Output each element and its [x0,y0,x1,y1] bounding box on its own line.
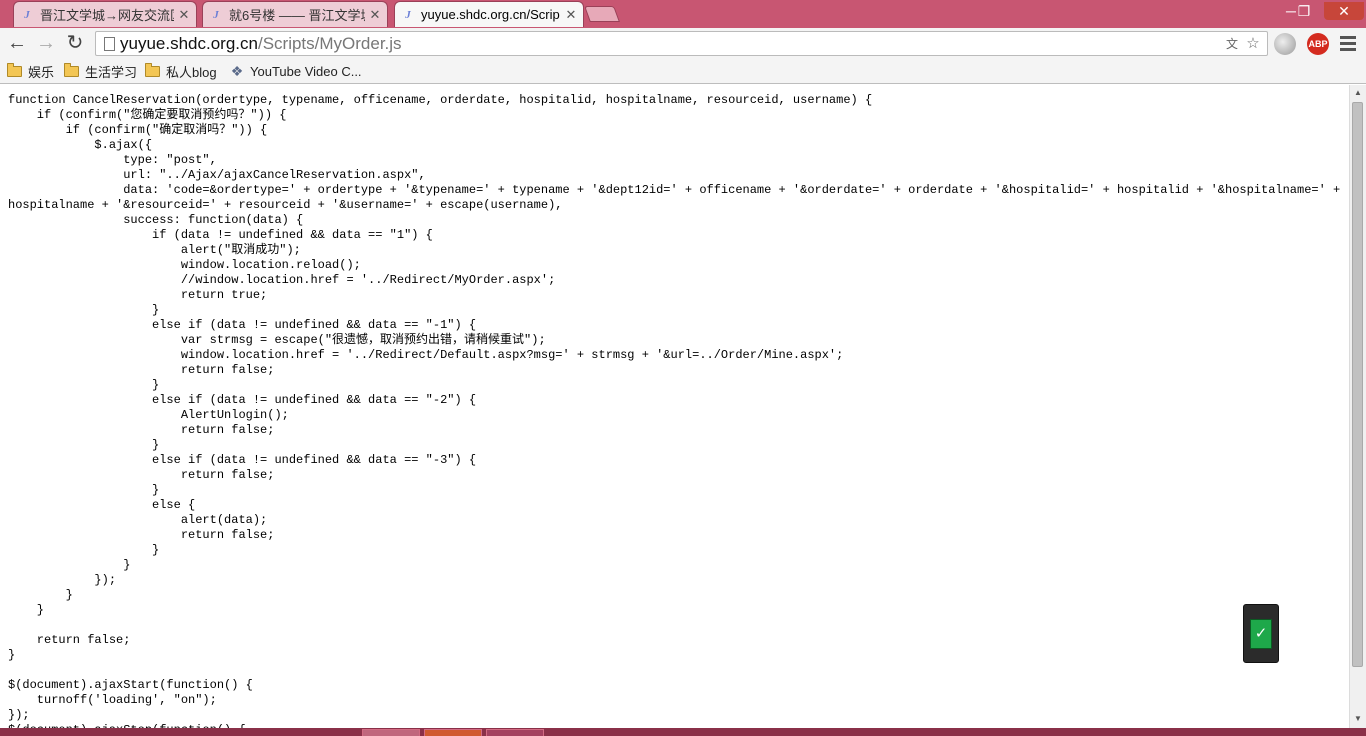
jjwxc-favicon-icon: J [405,8,411,21]
folder-icon [64,62,79,77]
page-content: function CancelReservation(ordertype, ty… [0,85,1349,728]
tab-close-icon[interactable]: ✕ [369,7,381,23]
maximize-button[interactable]: ❐ [1290,2,1318,20]
globe-extension-icon[interactable] [1274,33,1296,55]
bookmark-label: YouTube Video C... [250,63,362,79]
adblock-plus-icon[interactable]: ABP [1307,33,1329,55]
tab-title: 晋江文学城→网友交流区- [40,8,174,23]
battery-charging-icon: ✓ [1250,619,1272,649]
vertical-scrollbar[interactable]: ▲ ▼ [1349,85,1366,728]
tab-jjwxc-thread[interactable]: J 就6号楼 —— 晋江文学城 ✕ [202,1,388,27]
bookmark-youtube[interactable]: ❖ YouTube Video C... [230,62,362,80]
youtube-icon: ❖ [230,63,244,79]
tab-title: yuyue.shdc.org.cn/Scrip [421,7,560,22]
tab-close-icon[interactable]: ✕ [178,7,190,23]
taskbar-item-app[interactable] [486,729,544,736]
url-path: /Scripts/MyOrder.js [257,34,402,53]
bookmark-folder-blog[interactable]: 私人blog [145,62,217,80]
new-tab-button[interactable] [584,6,620,22]
page-icon [104,37,115,51]
chrome-menu-icon[interactable] [1340,34,1356,52]
tab-title: 就6号楼 —— 晋江文学城 [229,8,365,23]
windows-taskbar [0,728,1366,736]
bookmark-folder-entertainment[interactable]: 娱乐 [7,62,54,80]
scrollbar-thumb[interactable] [1352,102,1363,667]
bookmark-star-icon[interactable]: ☆ [1244,35,1262,53]
taskbar-item-chrome[interactable] [362,729,420,736]
tab-jjwxc-forum[interactable]: J 晋江文学城→网友交流区- ✕ [13,1,197,27]
bookmark-label: 生活学习 [85,64,138,80]
bookmarks-bar: 娱乐 生活学习 私人blog ❖ YouTube Video C... [0,58,1366,84]
folder-icon [145,62,160,77]
folder-icon [7,62,22,77]
scroll-up-arrow-icon[interactable]: ▲ [1350,86,1366,100]
javascript-source: function CancelReservation(ordertype, ty… [8,93,1341,728]
bookmark-folder-study[interactable]: 生活学习 [64,62,137,80]
back-button[interactable]: ← [5,31,29,55]
jjwxc-favicon-icon: J [24,8,30,21]
taskbar-item-powerpoint[interactable] [424,729,482,736]
tab-myorder-js[interactable]: J yuyue.shdc.org.cn/Scrip ✕ [394,1,584,27]
battery-widget[interactable]: ✓ [1243,604,1279,663]
bookmark-label: 娱乐 [28,64,55,80]
bookmark-label: 私人blog [166,64,217,80]
url-text[interactable]: yuyue.shdc.org.cn/Scripts/MyOrder.js [120,34,402,53]
tab-strip: J 晋江文学城→网友交流区- ✕ J 就6号楼 —— 晋江文学城 ✕ J yuy… [0,0,1366,28]
url-host: yuyue.shdc.org.cn [120,34,258,53]
jjwxc-favicon-icon: J [213,8,219,21]
reload-button[interactable]: ↻ [63,31,87,55]
scroll-down-arrow-icon[interactable]: ▼ [1350,712,1366,726]
address-bar[interactable]: yuyue.shdc.org.cn/Scripts/MyOrder.js 文 ☆ [95,31,1268,56]
forward-button[interactable]: → [34,31,58,55]
tab-close-icon[interactable]: ✕ [565,7,577,23]
close-window-button[interactable]: ✕ [1324,2,1364,20]
translate-icon[interactable]: 文 [1223,35,1241,53]
